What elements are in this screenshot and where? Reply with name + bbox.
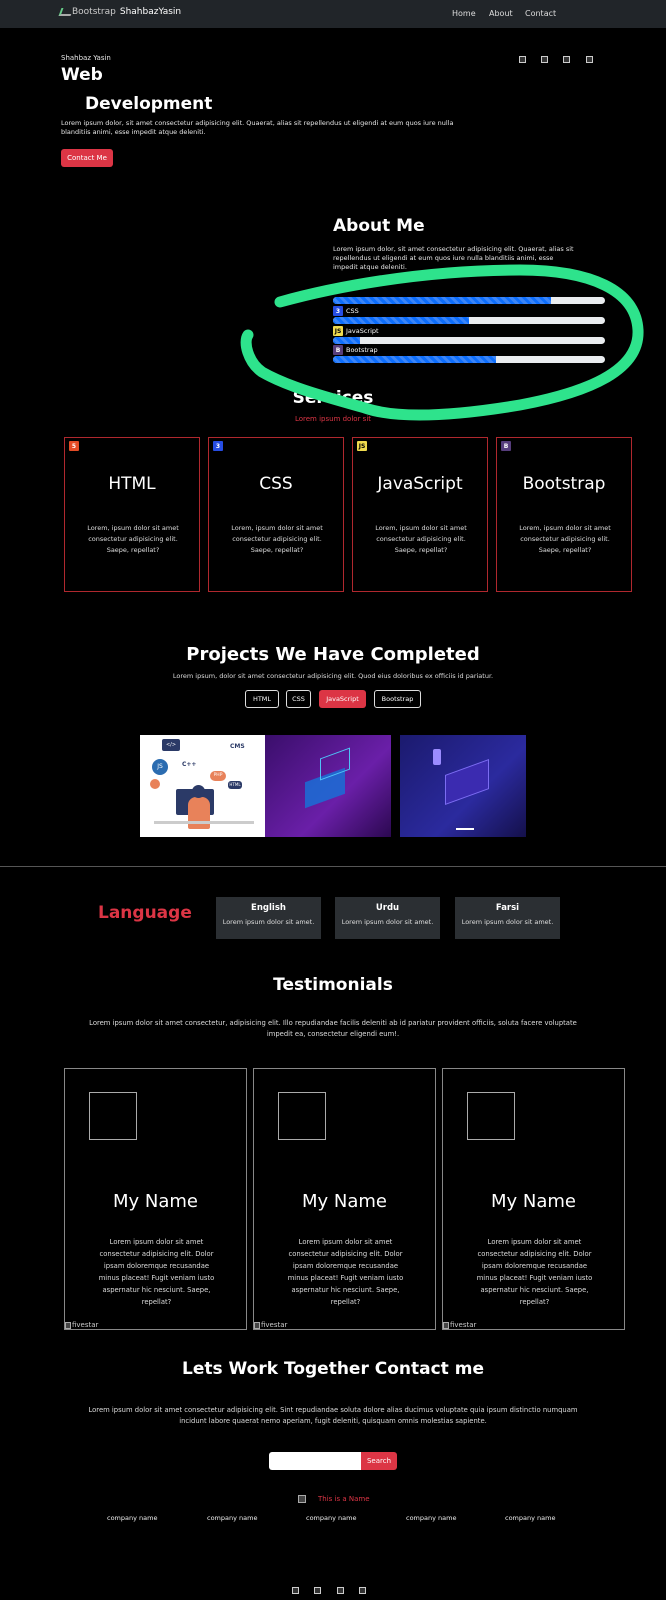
green-highlight-scribble	[240, 264, 644, 421]
code-bubble: </>	[162, 739, 180, 751]
person	[188, 797, 210, 829]
testimonials-title: Testimonials	[273, 975, 393, 995]
testimonials-text: Lorem ipsum dolor sit amet consectetur, …	[89, 1019, 577, 1038]
scribble-stroke	[240, 264, 644, 421]
footer-logo-icon	[298, 1495, 306, 1503]
language-card-english: English Lorem ipsum dolor sit amet.	[216, 897, 321, 939]
isometric-cup	[433, 749, 441, 765]
footer-social-icon-3[interactable]	[337, 1587, 344, 1594]
projects-title: Projects We Have Completed	[186, 644, 480, 665]
broken-image-icon	[65, 1321, 71, 1329]
testimonial-text: Lorem ipsum dolor sit amet consectetur a…	[98, 1238, 215, 1306]
contact-title: Lets Work Together Contact me	[182, 1359, 484, 1379]
js-bubble: JS	[152, 759, 168, 775]
person-head	[192, 785, 205, 798]
avatar	[278, 1092, 326, 1140]
search-input[interactable]	[269, 1452, 361, 1470]
broken-image-icon	[254, 1321, 260, 1329]
testimonial-name: My Name	[490, 1191, 576, 1212]
testimonial-name: My Name	[112, 1191, 198, 1212]
avatar	[89, 1092, 137, 1140]
html-bubble: HTML	[228, 781, 242, 789]
language-name: English	[251, 903, 286, 913]
service-title: HTML	[108, 474, 156, 494]
project-image-coding[interactable]: </> CMS C++ JS PHP HTML	[140, 735, 266, 837]
fivestar-image: fivestar	[65, 1321, 98, 1329]
service-title: CSS	[259, 474, 293, 494]
project-image-isometric-1[interactable]	[265, 735, 391, 837]
language-name: Farsi	[495, 903, 520, 913]
language-title: Language	[98, 903, 192, 923]
filter-css-button[interactable]: CSS	[286, 690, 311, 708]
service-text: Lorem, ipsum dolor sit amet consectetur …	[87, 524, 179, 554]
testimonial-name: My Name	[301, 1191, 387, 1212]
footer-company-5: company name	[505, 1514, 556, 1522]
footer-brand: This is a Name	[298, 1495, 370, 1503]
language-card-farsi: Farsi Lorem ipsum dolor sit amet.	[455, 897, 560, 939]
language-text: Lorem ipsum dolor sit amet.	[222, 918, 315, 926]
decor-circle	[150, 779, 160, 789]
language-text: Lorem ipsum dolor sit amet.	[461, 918, 554, 926]
language-card-urdu: Urdu Lorem ipsum dolor sit amet.	[335, 897, 440, 939]
footer-social-icon-2[interactable]	[314, 1587, 321, 1594]
filter-html-button[interactable]: HTML	[245, 690, 279, 708]
filter-bootstrap-button[interactable]: Bootstrap	[374, 690, 421, 708]
filter-javascript-button[interactable]: JavaScript	[319, 690, 366, 708]
language-text: Lorem ipsum dolor sit amet.	[341, 918, 434, 926]
testimonial-text: Lorem ipsum dolor sit amet consectetur a…	[287, 1238, 404, 1306]
service-title: Bootstrap	[522, 474, 606, 494]
service-card-bootstrap: B Bootstrap Lorem, ipsum dolor sit amet …	[496, 437, 632, 592]
css3-icon: 3	[213, 441, 223, 451]
html5-icon: 5	[69, 441, 79, 451]
footer-social-icon-4[interactable]	[359, 1587, 366, 1594]
cpp-label: C++	[182, 761, 197, 768]
contact-text: Lorem ipsum dolor sit amet consectetur a…	[88, 1406, 578, 1425]
testimonial-card-2: My Name Lorem ipsum dolor sit amet conse…	[253, 1068, 436, 1330]
fivestar-alt: fivestar	[261, 1321, 288, 1329]
isometric-laptop	[445, 758, 489, 806]
php-bubble: PHP	[210, 771, 226, 781]
projects-text: Lorem ipsum, dolor sit amet consectetur …	[172, 672, 494, 680]
desk	[154, 821, 254, 824]
footer-company-1: company name	[107, 1514, 158, 1522]
footer-name: This is a Name	[318, 1495, 370, 1503]
service-text: Lorem, ipsum dolor sit amet consectetur …	[375, 524, 467, 554]
search-button[interactable]: Search	[361, 1452, 397, 1470]
service-text: Lorem, ipsum dolor sit amet consectetur …	[519, 524, 611, 554]
service-title: JavaScript	[377, 474, 463, 494]
javascript-icon: JS	[357, 441, 367, 451]
fivestar-alt: fivestar	[450, 1321, 477, 1329]
language-name: Urdu	[375, 903, 400, 913]
footer-company-3: company name	[306, 1514, 357, 1522]
service-card-html: 5 HTML Lorem, ipsum dolor sit amet conse…	[64, 437, 200, 592]
service-text: Lorem, ipsum dolor sit amet consectetur …	[231, 524, 323, 554]
fivestar-image: fivestar	[443, 1321, 476, 1329]
avatar	[467, 1092, 515, 1140]
service-card-javascript: JS JavaScript Lorem, ipsum dolor sit ame…	[352, 437, 488, 592]
footer-social-icon-1[interactable]	[292, 1587, 299, 1594]
cms-label: CMS	[230, 743, 245, 750]
footer-company-4: company name	[406, 1514, 457, 1522]
fivestar-alt: fivestar	[72, 1321, 99, 1329]
broken-image-icon	[443, 1321, 449, 1329]
section-divider	[0, 866, 666, 867]
bootstrap-icon: B	[501, 441, 511, 451]
image-caption-line	[456, 828, 474, 830]
footer-company-2: company name	[207, 1514, 258, 1522]
testimonial-text: Lorem ipsum dolor sit amet consectetur a…	[476, 1238, 593, 1306]
service-card-css: 3 CSS Lorem, ipsum dolor sit amet consec…	[208, 437, 344, 592]
testimonial-card-3: My Name Lorem ipsum dolor sit amet conse…	[442, 1068, 625, 1330]
fivestar-image: fivestar	[254, 1321, 287, 1329]
project-image-isometric-2[interactable]	[400, 735, 526, 837]
testimonial-card-1: My Name Lorem ipsum dolor sit amet conse…	[64, 1068, 247, 1330]
